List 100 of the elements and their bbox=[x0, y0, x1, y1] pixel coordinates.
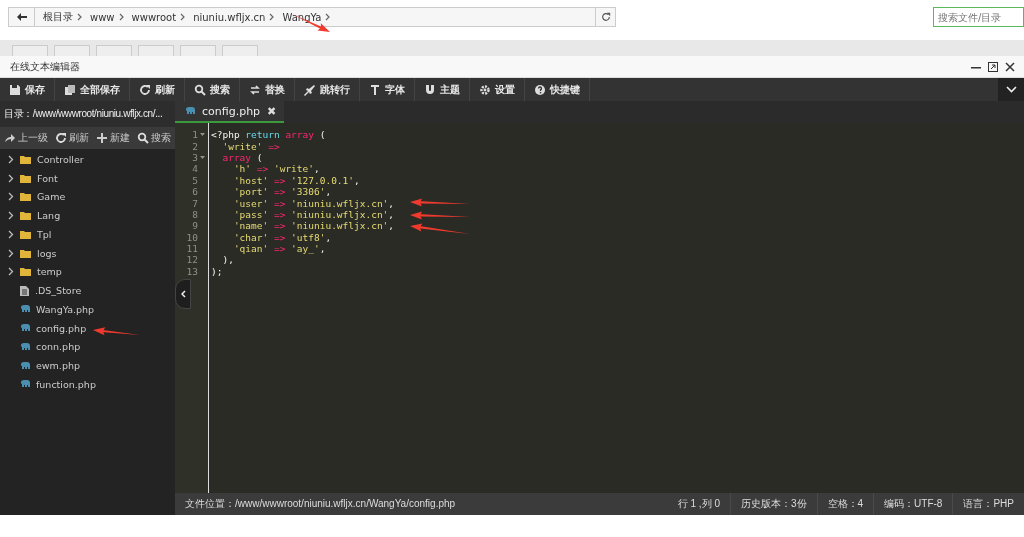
file-tree-item[interactable]: Font bbox=[0, 168, 175, 188]
chevron-right-icon bbox=[325, 13, 331, 21]
chevron-right-icon[interactable] bbox=[8, 267, 14, 277]
sidebar-action[interactable]: 刷新 bbox=[51, 131, 92, 145]
line-number: 12 bbox=[186, 254, 198, 266]
sidebar-action[interactable]: 新建 bbox=[92, 131, 133, 145]
folder-icon bbox=[20, 173, 31, 183]
chevron-right-icon[interactable] bbox=[8, 192, 14, 202]
folder-icon bbox=[20, 267, 31, 277]
elephant-icon bbox=[20, 380, 30, 389]
chevron-right-icon bbox=[269, 13, 275, 21]
code-line: 'qian' => 'ay_', bbox=[232, 242, 327, 255]
documents-icon bbox=[64, 83, 76, 96]
file-name: function.php bbox=[36, 378, 96, 390]
save-icon bbox=[9, 83, 21, 96]
text-icon bbox=[369, 83, 381, 96]
file-tree-item[interactable]: Game bbox=[0, 187, 175, 207]
file-name: temp bbox=[37, 266, 62, 278]
elephant-icon bbox=[20, 305, 30, 314]
folder-icon bbox=[20, 192, 31, 202]
chevron-right-icon bbox=[118, 13, 124, 21]
file-tree-item[interactable]: conn.php bbox=[0, 337, 175, 357]
chevron-right-icon[interactable] bbox=[8, 229, 14, 239]
file-name: WangYa.php bbox=[36, 303, 95, 315]
magnet-icon bbox=[424, 83, 436, 96]
fold-icon[interactable] bbox=[200, 154, 205, 160]
code-line: 'host' => '127.0.0.1', bbox=[232, 174, 361, 186]
search-icon bbox=[137, 132, 149, 144]
line-number: 9 bbox=[192, 220, 198, 232]
line-number: 3 bbox=[192, 151, 198, 163]
code-line: ); bbox=[211, 265, 224, 278]
code-line: ), bbox=[221, 254, 235, 266]
breadcrumb-item[interactable]: 根目录 bbox=[35, 10, 77, 24]
breadcrumb-item[interactable]: WangYa bbox=[274, 11, 326, 23]
breadcrumb-item[interactable]: niuniu.wfljx.cn bbox=[185, 11, 270, 23]
window-title: 在线文本编辑器 bbox=[10, 59, 80, 74]
status-item: 编码：UTF-8 bbox=[873, 493, 953, 515]
sidebar-action[interactable]: 搜索 bbox=[133, 131, 174, 145]
file-tree-item[interactable]: .DS_Store bbox=[0, 281, 175, 300]
file-location: 文件位置：/www/wwwroot/niuniu.wfljx.cn/WangYa/config.php bbox=[185, 497, 456, 511]
status-item: 行 1 ,列 0 bbox=[676, 497, 721, 511]
file-name: Game bbox=[37, 191, 66, 203]
file-name: config.php bbox=[36, 322, 87, 334]
line-number: 7 bbox=[192, 197, 198, 209]
elephant-icon bbox=[20, 342, 30, 351]
file-tab[interactable]: config.php ✖ bbox=[175, 101, 285, 123]
maximize-icon[interactable] bbox=[987, 60, 999, 73]
file-name: Font bbox=[37, 172, 58, 184]
file-tree-item[interactable]: Tpl bbox=[0, 225, 175, 244]
line-number: 4 bbox=[192, 163, 198, 175]
breadcrumb-item[interactable]: wwwroot bbox=[123, 11, 181, 23]
plus-icon bbox=[96, 132, 108, 144]
folder-icon bbox=[20, 154, 31, 164]
file-tree-item[interactable]: function.php bbox=[0, 375, 175, 394]
chevron-down-icon bbox=[1005, 86, 1017, 93]
file-tree-item[interactable]: logs bbox=[0, 243, 175, 263]
status-item: 空格：4 bbox=[816, 493, 874, 515]
expand-button[interactable] bbox=[998, 78, 1024, 101]
code-line: 'write' => bbox=[221, 140, 281, 152]
swap-arrows-icon bbox=[249, 83, 261, 96]
file-tree-item[interactable]: temp bbox=[0, 262, 175, 282]
file-tree-item[interactable]: ewm.php bbox=[0, 356, 175, 375]
elephant-icon bbox=[20, 324, 30, 333]
file-name: .DS_Store bbox=[35, 285, 82, 297]
directory-path: 目录：/www/wwwroot/niuniu.wfljx.cn/... bbox=[4, 107, 163, 121]
chevron-right-icon[interactable] bbox=[8, 154, 14, 164]
chevron-left-icon bbox=[180, 290, 186, 298]
settings-icon bbox=[479, 83, 491, 96]
line-number: 13 bbox=[186, 265, 198, 277]
chevron-right-icon bbox=[180, 13, 186, 21]
collapse-handle[interactable] bbox=[175, 279, 191, 309]
file-name: Controller bbox=[37, 153, 84, 165]
file-name: conn.php bbox=[36, 341, 81, 353]
search-icon bbox=[194, 83, 206, 96]
file-name: logs bbox=[37, 247, 57, 259]
breadcrumb-item[interactable]: www bbox=[82, 11, 119, 23]
sidebar-action[interactable]: 上一级 bbox=[0, 131, 51, 145]
code-line: 'user' => 'niuniu.wfljx.cn', bbox=[232, 197, 395, 209]
folder-icon bbox=[20, 229, 31, 239]
fold-icon[interactable] bbox=[200, 132, 205, 138]
close-icon[interactable] bbox=[1004, 60, 1016, 73]
file-tree-item[interactable]: config.php bbox=[0, 318, 175, 338]
chevron-right-icon[interactable] bbox=[8, 173, 14, 183]
chevron-right-icon[interactable] bbox=[8, 248, 14, 258]
status-item: 历史版本：3份 bbox=[729, 493, 817, 515]
chevron-right-icon[interactable] bbox=[8, 211, 14, 221]
line-number: 5 bbox=[192, 174, 198, 186]
file-name: ewm.php bbox=[36, 360, 80, 372]
file-tree-item[interactable]: WangYa.php bbox=[0, 300, 175, 319]
line-number: 6 bbox=[192, 186, 198, 198]
close-icon[interactable]: ✖ bbox=[267, 104, 277, 118]
refresh-icon bbox=[600, 12, 611, 22]
file-tree-item[interactable]: Controller bbox=[0, 150, 175, 169]
file-tree-item[interactable]: Lang bbox=[0, 206, 175, 225]
refresh-icon bbox=[139, 83, 151, 96]
back-arrow-icon bbox=[16, 13, 27, 21]
refresh-icon bbox=[55, 132, 67, 144]
tab-label: config.php bbox=[202, 104, 261, 118]
elephant-icon bbox=[20, 361, 30, 370]
search-field[interactable]: 搜索文件/目录 bbox=[933, 7, 1024, 27]
